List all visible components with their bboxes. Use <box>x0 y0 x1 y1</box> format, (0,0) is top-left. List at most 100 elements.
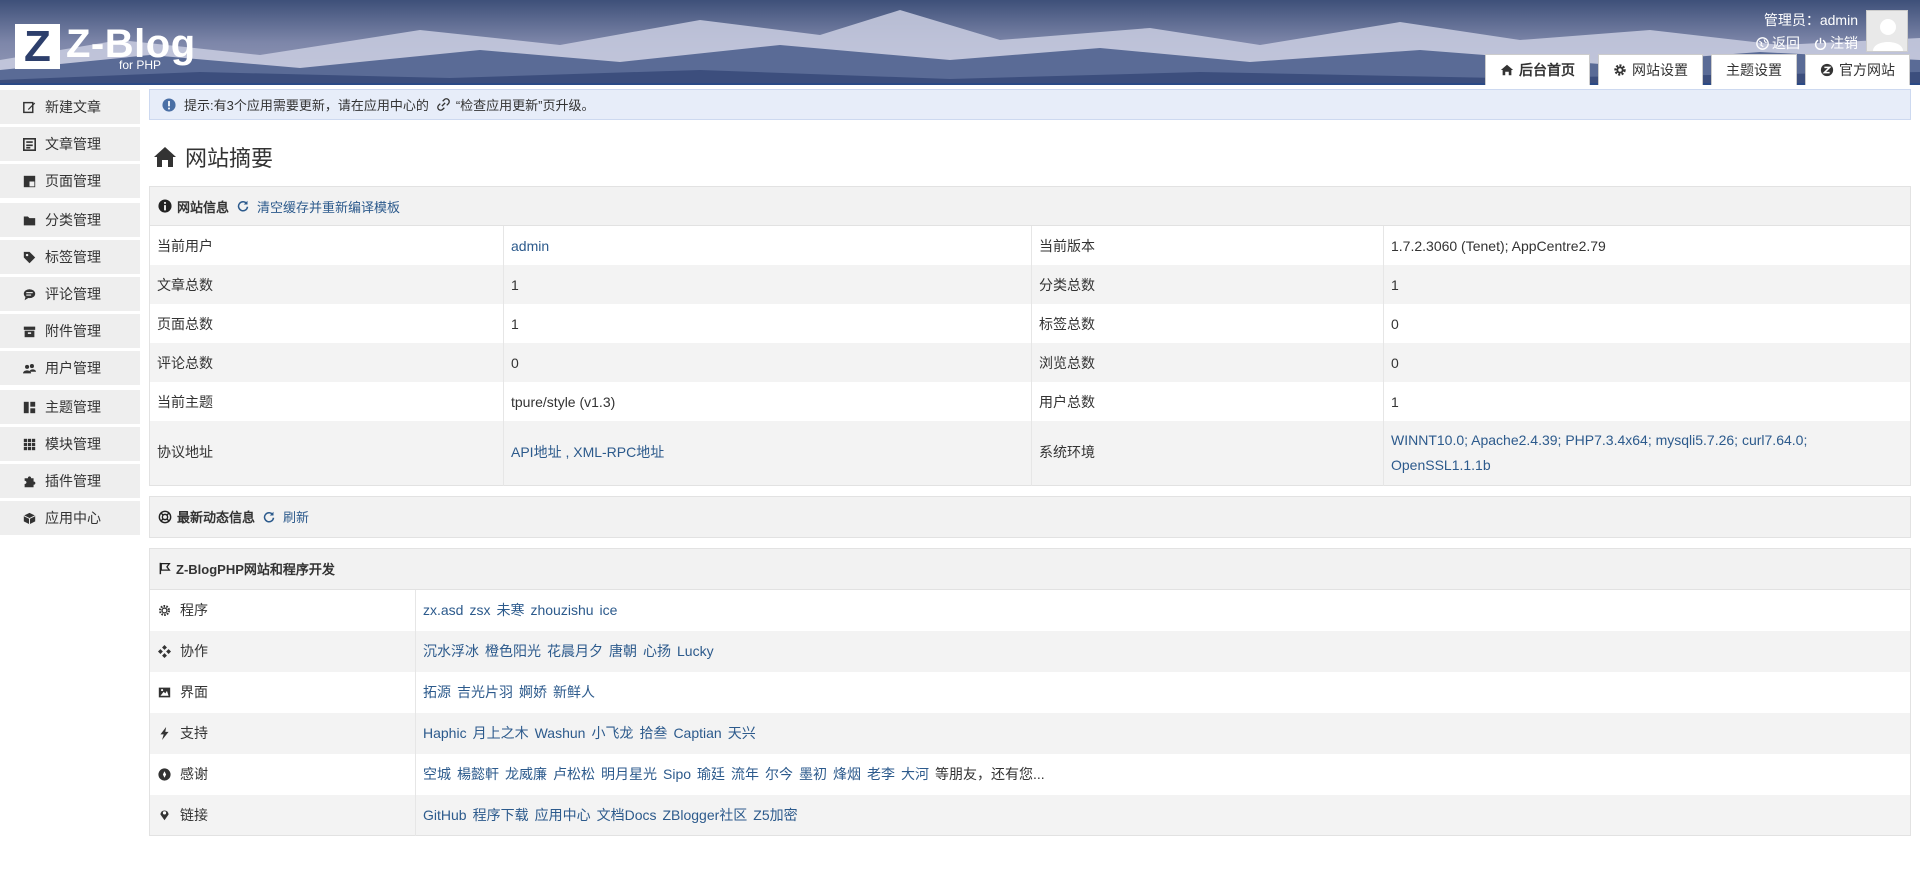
system-env-value: WINNT10.0; Apache2.4.39; PHP7.3.4x64; my… <box>1383 421 1911 485</box>
credit-name-link[interactable]: Washun <box>535 725 586 741</box>
credit-name-link[interactable]: Haphic <box>423 725 467 741</box>
credit-name-link[interactable]: 明月星光 <box>601 766 657 782</box>
sidebar-item-label: 主题管理 <box>45 399 101 415</box>
credit-label: 程序 <box>180 602 208 618</box>
sidebar-item-page-manage[interactable]: 页面管理 <box>0 164 140 198</box>
sidebar-item-module-manage[interactable]: 模块管理 <box>0 427 140 461</box>
credit-name-link[interactable]: 唐朝 <box>609 643 637 659</box>
sidebar-item-theme-manage[interactable]: 主题管理 <box>0 390 140 424</box>
back-link[interactable]: 返回 <box>1756 33 1800 53</box>
sidebar-item-app-center[interactable]: 应用中心 <box>0 501 140 535</box>
credit-name-link[interactable]: 沉水浮冰 <box>423 643 479 659</box>
home-icon <box>1500 64 1514 76</box>
credit-name-link[interactable]: 新鲜人 <box>553 684 595 700</box>
credit-name-link[interactable]: 龙威廉 <box>505 766 547 782</box>
comment-icon <box>23 288 36 300</box>
tab-official-site[interactable]: 官方网站 <box>1805 54 1910 85</box>
credit-names: zx.asd zsx 未寒 zhouzishu ice <box>415 589 1911 631</box>
sidebar-item-user-manage[interactable]: 用户管理 <box>0 351 140 385</box>
tab-theme-settings[interactable]: 主题设置 <box>1711 54 1797 85</box>
sidebar-item-category-manage[interactable]: 分类管理 <box>0 203 140 237</box>
article-icon <box>23 137 36 151</box>
credit-name-link[interactable]: 小飞龙 <box>591 725 633 741</box>
clear-cache-button[interactable]: 清空缓存并重新编译模板 <box>237 197 400 216</box>
zblog-icon <box>1820 63 1834 77</box>
credit-name-link[interactable]: zsx <box>469 602 490 618</box>
puzzle-icon <box>24 475 36 487</box>
info-value-current-user[interactable]: admin <box>503 226 1032 265</box>
sidebar-item-comment-manage[interactable]: 评论管理 <box>0 277 140 311</box>
credit-name-link[interactable]: 吉光片羽 <box>457 684 513 700</box>
sidebar-item-plugin-manage[interactable]: 插件管理 <box>0 464 140 498</box>
main-content: 提示:有3个应用需要更新，请在应用中心的 “检查应用更新”页升级。 网站摘要 网… <box>149 89 1911 836</box>
home-icon <box>154 147 176 167</box>
clear-cache-label: 清空缓存并重新编译模板 <box>257 199 401 215</box>
sidebar-item-attachment-manage[interactable]: 附件管理 <box>0 314 140 348</box>
gear-icon <box>158 604 171 616</box>
credit-name-link[interactable]: 程序下载 <box>473 807 529 823</box>
credit-name-link[interactable]: 文档Docs <box>597 807 657 823</box>
info-key: 系统环境 <box>1031 421 1384 485</box>
credits-heading: Z-BlogPHP网站和程序开发 <box>176 562 335 577</box>
credit-name-link[interactable]: 天兴 <box>728 725 756 741</box>
info-value: tpure/style (v1.3) <box>503 382 1032 421</box>
credit-name-link[interactable]: 婀娇 <box>519 684 547 700</box>
info-key: 评论总数 <box>149 343 504 382</box>
credit-name-link[interactable]: 楊懿軒 <box>457 766 499 782</box>
credit-name-link[interactable]: 橙色阳光 <box>485 643 541 659</box>
credit-name-link[interactable]: 老李 <box>867 766 895 782</box>
link-icon[interactable] <box>436 98 450 111</box>
credit-name-link[interactable]: 瑜廷 <box>697 766 725 782</box>
credit-name-link[interactable]: ice <box>600 602 618 618</box>
credit-name-link[interactable]: 拓源 <box>423 684 451 700</box>
credit-name-link[interactable]: 月上之木 <box>473 725 529 741</box>
sidebar-item-label: 评论管理 <box>45 286 101 302</box>
credit-name-link[interactable]: 拾叁 <box>639 725 667 741</box>
credit-name-link[interactable]: 尔今 <box>765 766 793 782</box>
sidebar-item-label: 插件管理 <box>45 473 101 489</box>
credit-name-link[interactable]: 流年 <box>731 766 759 782</box>
credit-name-link[interactable]: 应用中心 <box>535 807 591 823</box>
credit-name-link[interactable]: 空城 <box>423 766 451 782</box>
credit-name-link[interactable]: Lucky <box>677 643 714 659</box>
admin-label: 管理员：admin <box>1763 12 1858 28</box>
credit-name-link[interactable]: 花晨月夕 <box>547 643 603 659</box>
table-row: 文章总数 1 分类总数 1 <box>149 265 1911 304</box>
info-value: 1 <box>1383 265 1911 304</box>
table-row: 程序 zx.asd zsx 未寒 zhouzishu ice <box>149 589 1911 631</box>
credit-name-link[interactable]: 卢松松 <box>553 766 595 782</box>
credit-name-link[interactable]: Captian <box>673 725 721 741</box>
info-value: 0 <box>1383 304 1911 343</box>
avatar[interactable] <box>1866 10 1908 52</box>
credit-label: 链接 <box>180 806 208 823</box>
credit-name-link[interactable]: 未寒 <box>496 602 524 618</box>
credit-name-link[interactable]: zx.asd <box>423 602 463 618</box>
credit-name-link[interactable]: Z5加密 <box>753 807 797 823</box>
table-row: 界面 拓源 吉光片羽 婀娇 新鲜人 <box>149 671 1911 713</box>
flag-icon <box>159 562 171 575</box>
site-logo[interactable]: Z Z-Blog for PHP <box>15 24 196 72</box>
credit-name-link[interactable]: 心扬 <box>643 643 671 659</box>
info-key: 当前版本 <box>1031 226 1384 265</box>
logout-link[interactable]: 注销 <box>1814 33 1858 53</box>
credit-name-link[interactable]: GitHub <box>423 807 467 823</box>
tab-site-settings[interactable]: 网站设置 <box>1598 54 1703 85</box>
info-key: 页面总数 <box>149 304 504 343</box>
edit-icon <box>23 101 36 113</box>
top-nav: 后台首页 网站设置 主题设置 官方网站 <box>1485 54 1910 85</box>
credit-name-link[interactable]: 烽烟 <box>833 766 861 782</box>
sidebar-item-article-manage[interactable]: 文章管理 <box>0 127 140 161</box>
sidebar-item-label: 新建文章 <box>45 99 101 115</box>
sidebar-item-new-article[interactable]: 新建文章 <box>0 90 140 124</box>
refresh-button[interactable]: 刷新 <box>263 507 309 526</box>
credit-name-link[interactable]: 大河 <box>901 766 929 782</box>
credit-name-link[interactable]: 墨初 <box>799 766 827 782</box>
credit-name-link[interactable]: Sipo <box>663 766 691 782</box>
tab-dashboard[interactable]: 后台首页 <box>1485 54 1590 85</box>
credit-name-link[interactable]: zhouzishu <box>530 602 593 618</box>
sidebar-item-tag-manage[interactable]: 标签管理 <box>0 240 140 274</box>
credit-name-link[interactable]: ZBlogger社区 <box>662 807 747 823</box>
credit-label: 感谢 <box>180 766 208 782</box>
table-row: 协议地址 API地址 , XML-RPC地址 系统环境 WINNT10.0; A… <box>149 421 1911 485</box>
protocol-links[interactable]: API地址 , XML-RPC地址 <box>503 421 1032 485</box>
